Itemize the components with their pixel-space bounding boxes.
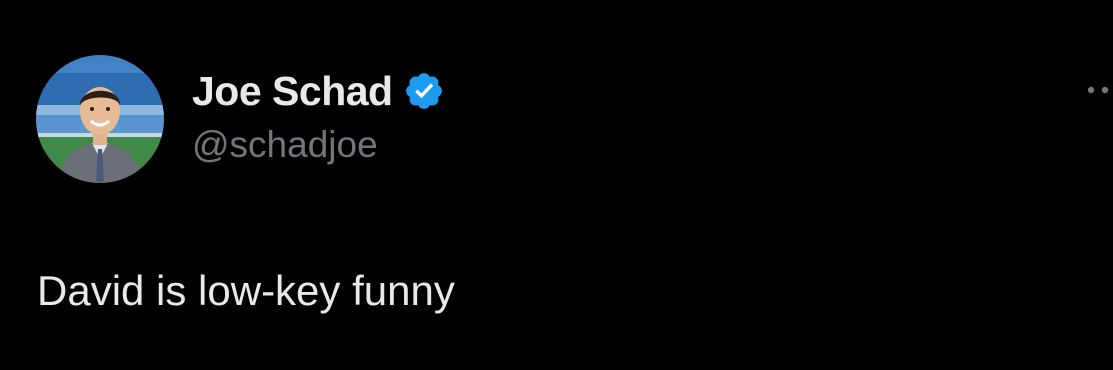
author-display-name[interactable]: Joe Schad	[192, 66, 393, 116]
tweet-card: Joe Schad @schadjoe David is low-key fun…	[0, 0, 1113, 370]
author-avatar[interactable]	[36, 55, 164, 183]
more-options-icon[interactable]	[1083, 80, 1113, 100]
tweet-text: David is low-key funny	[37, 267, 455, 314]
author-name-row: Joe Schad	[192, 66, 445, 116]
verified-badge-icon[interactable]	[403, 70, 445, 112]
author-handle[interactable]: @schadjoe	[192, 121, 378, 169]
avatar-image	[36, 55, 164, 183]
